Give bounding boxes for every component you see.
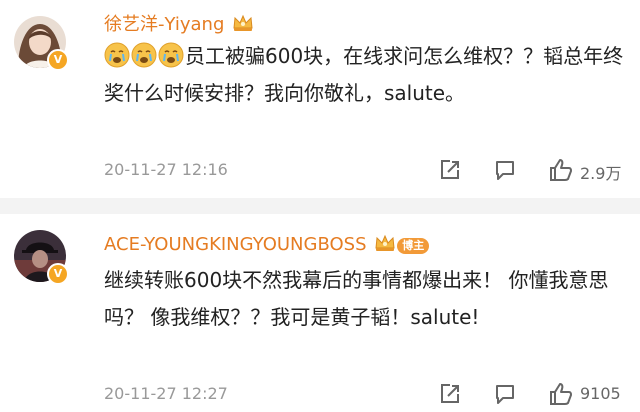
comment-item: V 徐艺洋-Yiyang 员工被骗600块，在线求问怎么维权？？韬总年终奖什么时… <box>0 0 640 198</box>
verified-badge: V <box>47 263 69 285</box>
like-icon[interactable] <box>548 382 574 406</box>
crying-face-icon <box>131 42 157 68</box>
comment-text: 员工被骗600块，在线求问怎么维权？？韬总年终奖什么时候安排？我向你敬礼，sal… <box>104 38 624 112</box>
comment-icon[interactable] <box>493 382 517 406</box>
comment-body: 继续转账600块不然我幕后的事情都爆出来！ 你懂我意思吗？ 像我维权？？我可是黄… <box>104 268 609 329</box>
verified-badge: V <box>47 49 69 71</box>
share-icon[interactable] <box>438 158 462 182</box>
comment-item: V ACE-YOUNGKINGYOUNGBOSS 博主 继续转账600块不然我幕… <box>0 214 640 412</box>
comment-text: 继续转账600块不然我幕后的事情都爆出来！ 你懂我意思吗？ 像我维权？？我可是黄… <box>104 262 624 336</box>
avatar[interactable]: V <box>14 16 69 71</box>
comment-icon[interactable] <box>493 158 517 182</box>
like-count: 2.9万 <box>580 164 622 183</box>
crying-face-icon <box>158 42 184 68</box>
comment-footer: 20-11-27 12:16 2.9万 <box>104 158 630 184</box>
share-icon[interactable] <box>438 382 462 406</box>
username[interactable]: 徐艺洋-Yiyang <box>104 10 254 37</box>
crying-face-icon <box>104 42 130 68</box>
username-text: 徐艺洋-Yiyang <box>104 14 225 35</box>
username-text: ACE-YOUNGKINGYOUNGBOSS <box>104 234 367 255</box>
like-icon[interactable] <box>548 158 574 182</box>
like-count: 9105 <box>580 384 621 403</box>
comment-footer: 20-11-27 12:27 9105 <box>104 382 630 408</box>
blogger-badge: 博主 <box>397 238 430 254</box>
avatar[interactable]: V <box>14 230 69 285</box>
username[interactable]: ACE-YOUNGKINGYOUNGBOSS 博主 <box>104 234 430 257</box>
timestamp: 20-11-27 12:27 <box>104 384 228 403</box>
timestamp: 20-11-27 12:16 <box>104 160 228 179</box>
crown-icon <box>232 14 254 37</box>
crown-icon <box>374 234 396 257</box>
section-divider <box>0 198 640 214</box>
